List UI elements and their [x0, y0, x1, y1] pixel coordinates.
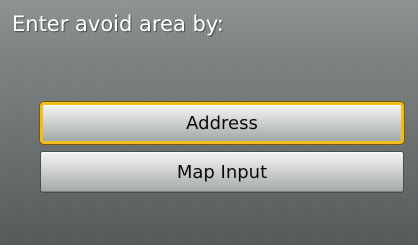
address-option-label: Address	[186, 112, 258, 134]
map-input-option-label: Map Input	[176, 161, 268, 183]
screen-title: Enter avoid area by:	[12, 12, 224, 36]
address-option-button[interactable]: Address	[40, 102, 404, 144]
map-input-option-button[interactable]: Map Input	[40, 151, 404, 193]
nav-screen: Enter avoid area by: Address Map Input	[0, 0, 418, 245]
